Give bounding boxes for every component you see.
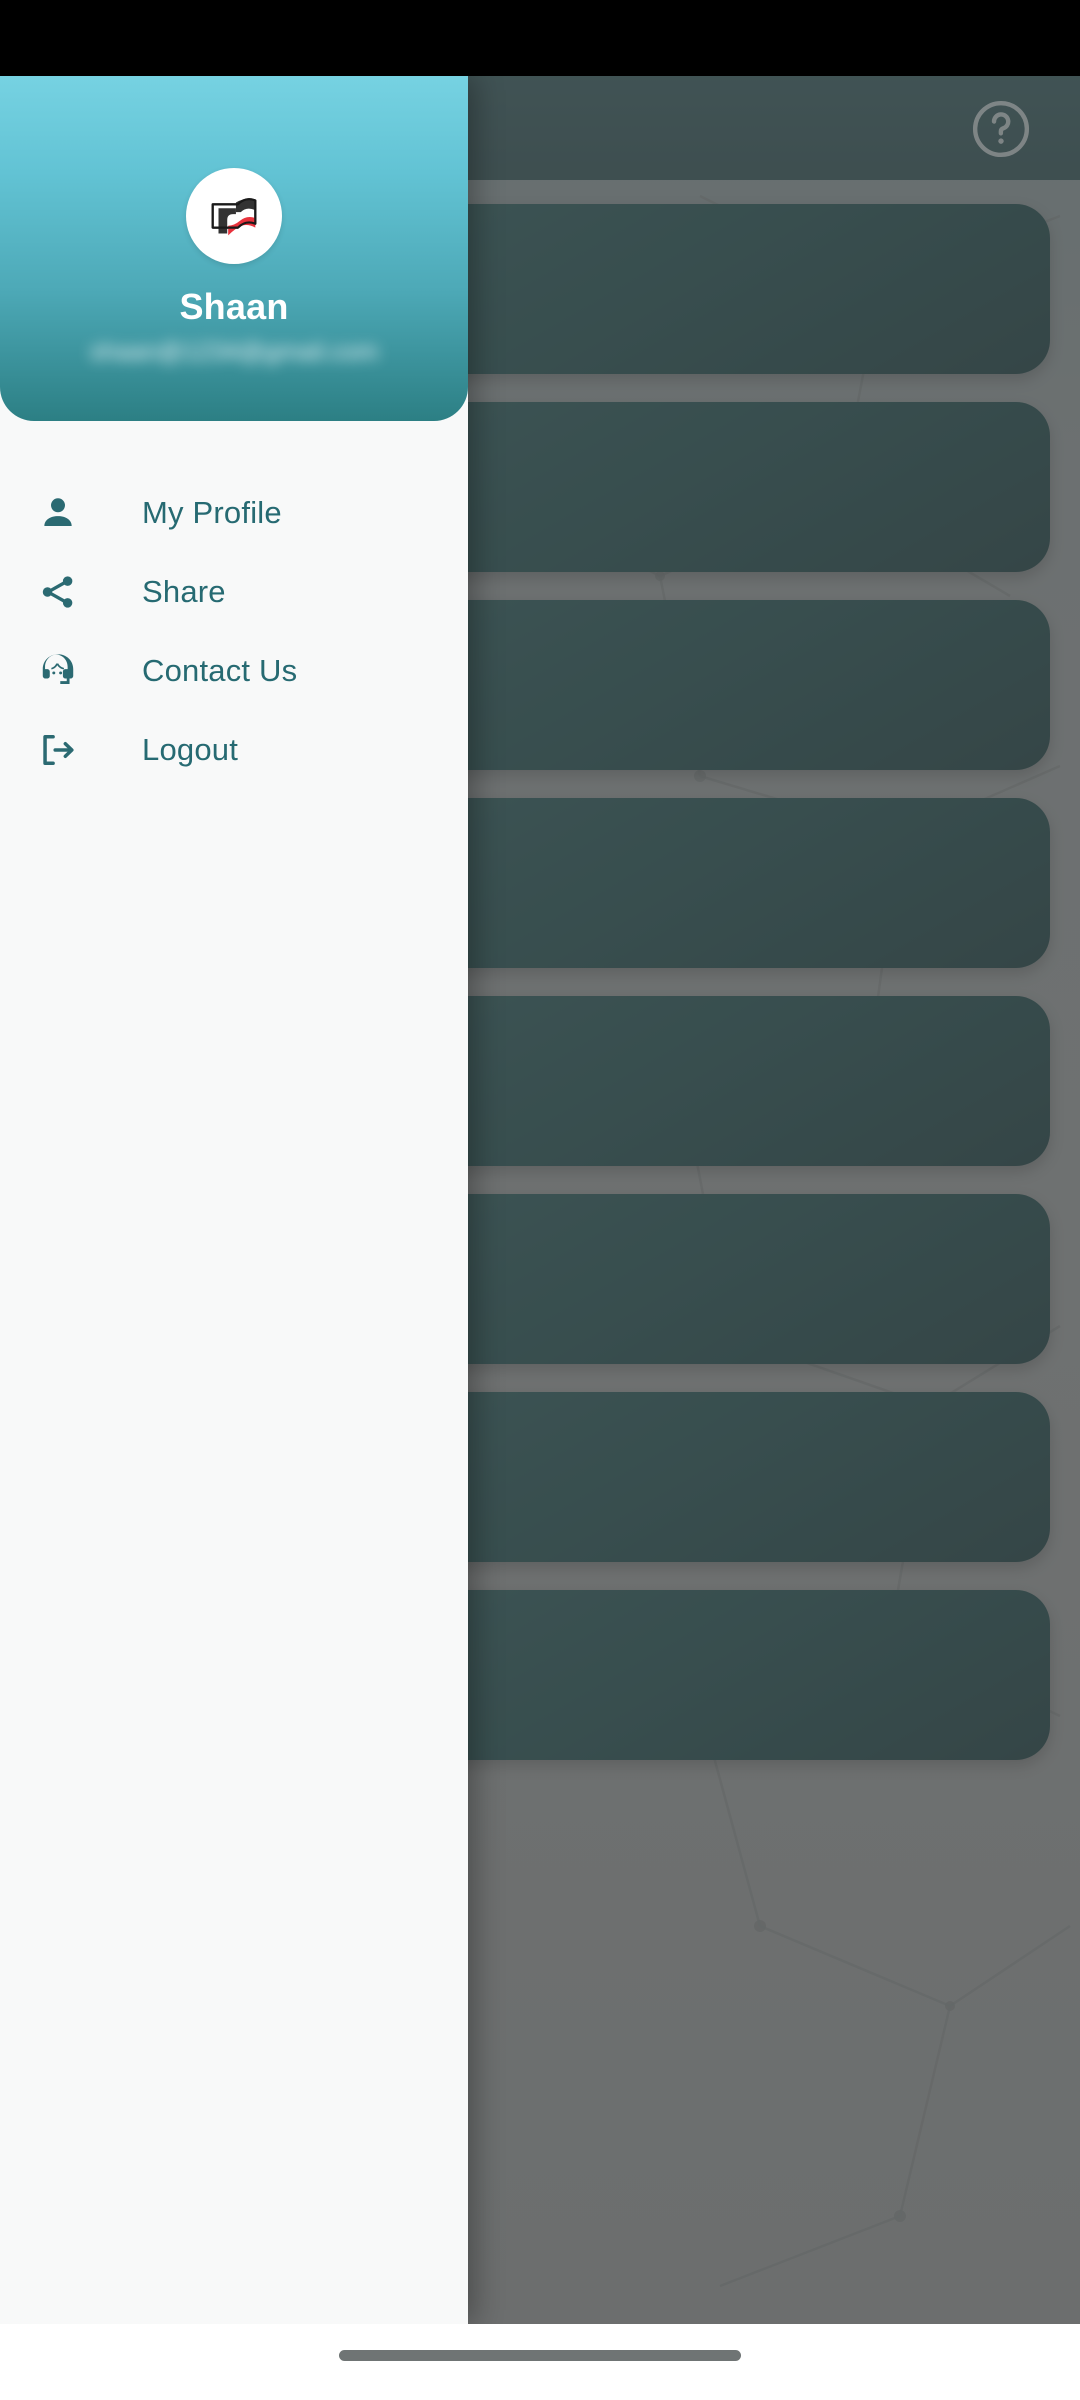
share-icon [26, 570, 90, 614]
drawer-item-label: Share [142, 573, 226, 609]
user-email: shaan@1234@gmail.com [89, 338, 379, 366]
phone-screen: Class B Class LKG Praveshika Class 2 Cla… [0, 0, 1080, 2400]
drawer-item-contact-us[interactable]: Contact Us [0, 631, 468, 710]
drawer-item-label: Logout [142, 731, 239, 767]
navigation-drawer: Shaan shaan@1234@gmail.com My Profile Sh… [0, 76, 468, 2324]
person-icon [26, 491, 90, 535]
avatar [186, 168, 282, 264]
drawer-menu: My Profile Share Contact Us Logout [0, 421, 468, 789]
system-navigation-bar [0, 2324, 1080, 2400]
drawer-item-label: My Profile [142, 494, 282, 530]
drawer-item-my-profile[interactable]: My Profile [0, 473, 468, 552]
support-agent-icon [26, 649, 90, 693]
status-bar [0, 0, 1080, 76]
drawer-item-label: Contact Us [142, 652, 298, 688]
drawer-item-share[interactable]: Share [0, 552, 468, 631]
app-logo-icon [211, 198, 257, 236]
logout-icon [26, 728, 90, 772]
user-name: Shaan [179, 286, 289, 327]
drawer-header: Shaan shaan@1234@gmail.com [0, 76, 468, 421]
drawer-item-logout[interactable]: Logout [0, 710, 468, 789]
home-gesture-pill[interactable] [339, 2350, 741, 2361]
